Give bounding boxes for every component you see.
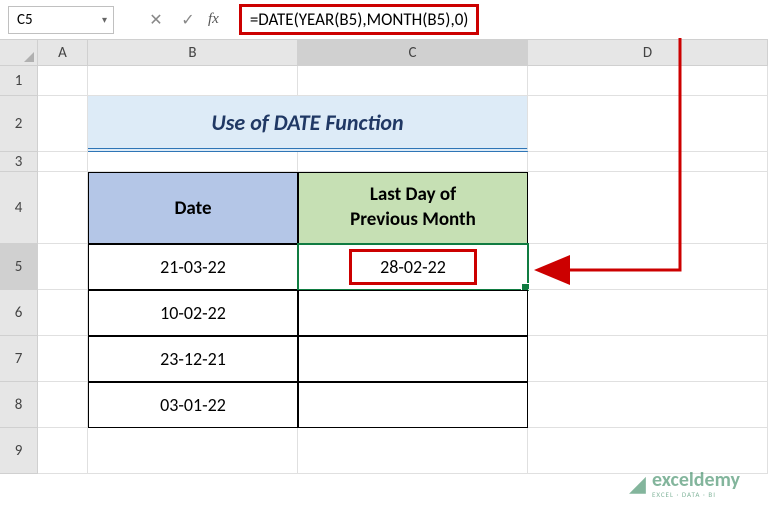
cell-A4[interactable]: [38, 172, 88, 244]
cell-B5[interactable]: 21-03-22: [88, 244, 298, 290]
cell-D6[interactable]: [528, 290, 768, 336]
row-header-9[interactable]: 9: [0, 428, 38, 474]
header-lastday-line2: Previous Month: [350, 208, 476, 233]
confirm-icon[interactable]: ✓: [176, 8, 200, 32]
row-3: 3: [0, 152, 768, 172]
row-header-2[interactable]: 2: [0, 96, 38, 152]
row-header-6[interactable]: 6: [0, 290, 38, 336]
cell-D2[interactable]: [528, 96, 768, 152]
row-7: 7 23-12-21: [0, 336, 768, 382]
cell-B9[interactable]: [88, 428, 298, 474]
cell-C6[interactable]: [298, 290, 528, 336]
row-header-5[interactable]: 5: [0, 244, 38, 290]
name-box[interactable]: C5 ▾: [8, 6, 114, 34]
date-value-2: 10-02-22: [160, 302, 226, 324]
cell-B6[interactable]: 10-02-22: [88, 290, 298, 336]
result-value-1: 28-02-22: [349, 249, 477, 285]
cell-C3[interactable]: [298, 152, 528, 172]
row-2: 2 Use of DATE Function: [0, 96, 768, 152]
cell-C1[interactable]: [298, 66, 528, 96]
cell-B3[interactable]: [88, 152, 298, 172]
date-value-3: 23-12-21: [160, 348, 226, 370]
cell-C7[interactable]: [298, 336, 528, 382]
name-box-value: C5: [17, 11, 33, 29]
cell-C8[interactable]: [298, 382, 528, 428]
row-1: 1: [0, 66, 768, 96]
cell-D3[interactable]: [528, 152, 768, 172]
header-lastday-line1: Last Day of: [370, 183, 456, 208]
cell-D8[interactable]: [528, 382, 768, 428]
row-header-7[interactable]: 7: [0, 336, 38, 382]
spreadsheet-grid: A B C D 1 2 Use of DATE Function 3 4 Dat…: [0, 40, 768, 474]
chevron-down-icon[interactable]: ▾: [102, 13, 107, 26]
formula-controls: ✕ ✓ fx: [144, 8, 219, 32]
cell-A8[interactable]: [38, 382, 88, 428]
header-date-text: Date: [174, 197, 211, 220]
row-8: 8 03-01-22: [0, 382, 768, 428]
cell-A1[interactable]: [38, 66, 88, 96]
fx-icon[interactable]: fx: [208, 11, 219, 28]
formula-bar: C5 ▾ ✕ ✓ fx =DATE(YEAR(B5),MONTH(B5),0): [0, 0, 768, 40]
row-header-4[interactable]: 4: [0, 172, 38, 244]
cell-A7[interactable]: [38, 336, 88, 382]
cell-D5[interactable]: [528, 244, 768, 290]
cell-A5[interactable]: [38, 244, 88, 290]
col-header-A[interactable]: A: [38, 40, 88, 66]
header-date[interactable]: Date: [88, 172, 298, 244]
cell-A9[interactable]: [38, 428, 88, 474]
cell-D4[interactable]: [528, 172, 768, 244]
formula-input[interactable]: =DATE(YEAR(B5),MONTH(B5),0): [231, 6, 760, 34]
row-5: 5 21-03-22 28-02-22: [0, 244, 768, 290]
cancel-icon[interactable]: ✕: [144, 8, 168, 32]
title-text: Use of DATE Function: [211, 109, 403, 136]
row-6: 6 10-02-22: [0, 290, 768, 336]
cell-A2[interactable]: [38, 96, 88, 152]
cell-B8[interactable]: 03-01-22: [88, 382, 298, 428]
watermark: ◢ exceldemy EXCEL · DATA · BI: [629, 468, 740, 499]
logo-icon: ◢: [629, 470, 646, 497]
cell-D7[interactable]: [528, 336, 768, 382]
formula-text: =DATE(YEAR(B5),MONTH(B5),0): [239, 4, 480, 35]
date-value-1: 21-03-22: [160, 256, 226, 278]
row-header-1[interactable]: 1: [0, 66, 38, 96]
cell-D1[interactable]: [528, 66, 768, 96]
watermark-name: exceldemy: [652, 468, 740, 492]
row-4: 4 Date Last Day of Previous Month: [0, 172, 768, 244]
row-header-8[interactable]: 8: [0, 382, 38, 428]
col-header-B[interactable]: B: [88, 40, 298, 66]
cell-B7[interactable]: 23-12-21: [88, 336, 298, 382]
header-lastday[interactable]: Last Day of Previous Month: [298, 172, 528, 244]
select-all-corner[interactable]: [0, 40, 38, 66]
row-header-3[interactable]: 3: [0, 152, 38, 172]
col-header-D[interactable]: D: [528, 40, 768, 66]
cell-A3[interactable]: [38, 152, 88, 172]
cell-C9[interactable]: [298, 428, 528, 474]
date-value-4: 03-01-22: [160, 394, 226, 416]
col-header-C[interactable]: C: [298, 40, 528, 66]
cell-C5[interactable]: 28-02-22: [298, 244, 528, 290]
title-cell[interactable]: Use of DATE Function: [88, 96, 528, 152]
watermark-tagline: EXCEL · DATA · BI: [652, 490, 740, 499]
cell-B1[interactable]: [88, 66, 298, 96]
cell-A6[interactable]: [38, 290, 88, 336]
column-headers: A B C D: [0, 40, 768, 66]
